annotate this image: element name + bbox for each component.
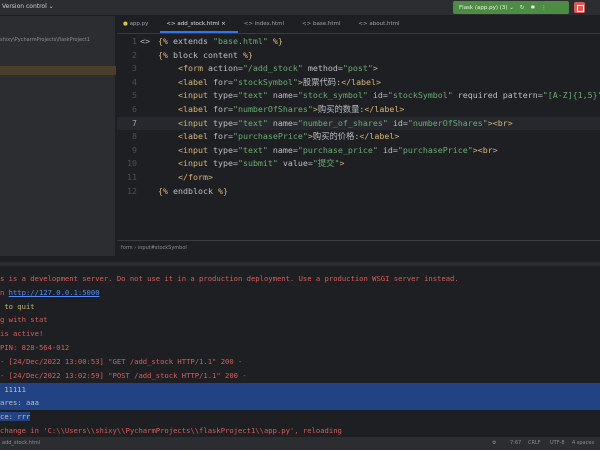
tab-index-html[interactable]: <> index.html <box>238 16 296 33</box>
code-line[interactable]: 5 <input type="text" name="stock_symbol"… <box>117 89 600 103</box>
line-number: 3 <box>132 63 137 74</box>
code-line[interactable]: 2 {% block content %} <box>117 49 600 63</box>
tab-add-stock-html[interactable]: <> add_stock.html × <box>160 16 238 33</box>
stop-icon[interactable] <box>574 2 585 13</box>
code-line[interactable]: 11 </form> <box>117 171 600 185</box>
code-text: <input type="submit" value="提交"> <box>177 158 345 169</box>
code-line[interactable]: 4 <label for="stockSymbol">股票代码:</label> <box>117 76 600 90</box>
console-line: - [24/Dec/2022 13:00:53] "GET /add_stock… <box>0 357 243 366</box>
editor: ● app.py <> add_stock.html × <> index.ht… <box>117 16 600 256</box>
line-number: 2 <box>132 49 137 60</box>
selected-tree-item[interactable] <box>0 66 116 75</box>
line-separator[interactable]: CRLF <box>528 440 541 446</box>
more-icon[interactable]: ⋮ <box>541 5 547 11</box>
run-console[interactable]: s is a development server. Do not use it… <box>0 262 600 437</box>
version-control-menu[interactable]: Version control ⌄ <box>2 3 54 10</box>
line-number: 11 <box>127 172 137 182</box>
code-text: <form action="/add_stock" method="post"> <box>177 63 378 74</box>
debug-icon[interactable]: ✱ <box>531 5 536 11</box>
breadcrumb[interactable]: form › input#stockSymbol <box>117 240 600 256</box>
console-line: - [24/Dec/2022 13:02:59] "POST /add_stoc… <box>0 371 247 380</box>
tab-base-html[interactable]: <> base.html <box>296 16 352 33</box>
html-tag-gutter-icon[interactable]: <> <box>140 35 150 49</box>
line-number: 9 <box>132 144 137 155</box>
title-bar: Version control ⌄ Flask (app.py) (3) ⌄ ↻… <box>0 0 600 16</box>
code-text: <label for="purchasePrice">购买的价格:</label… <box>177 131 400 142</box>
line-number: 6 <box>132 104 137 114</box>
run-config-label[interactable]: Flask (app.py) (3) ⌄ <box>459 5 514 11</box>
code-text: <input type="text" name="purchase_price"… <box>177 144 498 155</box>
line-number: 10 <box>127 158 137 169</box>
code-text: {% block content %} <box>158 49 253 60</box>
code-line[interactable]: 6 <label for="numberOfShares">购买的数量:</la… <box>117 103 600 117</box>
rerun-icon[interactable]: ↻ <box>520 5 525 11</box>
code-line[interactable]: 9 <input type="text" name="purchase_pric… <box>117 144 600 158</box>
code-line[interactable]: 12 {% endblock %} <box>117 185 600 199</box>
line-number: 4 <box>132 76 137 87</box>
code-line[interactable]: 3 <form action="/add_stock" method="post… <box>117 62 600 76</box>
code-text: {% endblock %} <box>158 185 228 196</box>
line-number: 7 <box>132 117 137 128</box>
code-text: {% extends "base.html" %} <box>158 36 283 46</box>
console-line: s is a development server. Do not use it… <box>0 274 459 283</box>
code-text: <label for="stockSymbol">股票代码:</label> <box>177 76 382 87</box>
console-line: PIN: 828-564-012 <box>0 343 70 352</box>
caret-position[interactable]: 7:67 <box>510 440 521 446</box>
line-number: 12 <box>127 185 137 196</box>
code-line[interactable]: 7 <input type="text" name="number_of_sha… <box>117 116 600 131</box>
code-text: </form> <box>177 172 213 182</box>
console-line-selected: 11111 <box>0 383 600 397</box>
console-line: ce: rrr <box>0 412 31 421</box>
console-line: is active! <box>0 329 44 338</box>
project-path[interactable]: shixy\PycharmProjects\flaskProject1 <box>0 37 90 43</box>
project-panel: shixy\PycharmProjects\flaskProject1 <box>0 16 116 256</box>
code-line[interactable]: 1 <> {% extends "base.html" %} <box>117 35 600 49</box>
status-bar: add_stock.html ⚙ 7:67 CRLF UTF-8 4 space… <box>0 437 600 450</box>
line-number: 5 <box>132 90 137 101</box>
server-url-link[interactable]: http://127.0.0.1:5000 <box>9 288 100 297</box>
run-config-widget[interactable]: Flask (app.py) (3) ⌄ ↻ ✱ ⋮ <box>453 1 569 14</box>
code-text: <input type="text" name="stock_symbol" i… <box>177 90 600 101</box>
console-line: g with stat <box>0 315 48 324</box>
console-line: n http://127.0.0.1:5000 <box>0 288 100 297</box>
line-number: 8 <box>132 131 137 142</box>
console-line: change in 'C:\\Users\\shixy\\PycharmProj… <box>0 426 342 435</box>
code-text: <label for="numberOfShares">购买的数量:</labe… <box>177 104 405 114</box>
editor-tabs: ● app.py <> add_stock.html × <> index.ht… <box>117 16 600 34</box>
tab-app-py[interactable]: ● app.py <box>117 16 160 33</box>
status-icon: ⚙ <box>492 440 497 446</box>
code-line[interactable]: 10 <input type="submit" value="提交"> <box>117 157 600 171</box>
indent[interactable]: 4 spaces <box>572 440 594 446</box>
encoding[interactable]: UTF-8 <box>550 440 565 446</box>
console-line: to quit <box>0 302 35 311</box>
line-number: 1 <box>132 36 137 46</box>
console-line-selected: ares: aaa <box>0 396 600 410</box>
tab-about-html[interactable]: <> about.html <box>352 16 411 33</box>
code-line[interactable]: 8 <label for="purchasePrice">购买的价格:</lab… <box>117 130 600 144</box>
code-text: <input type="text" name="number_of_share… <box>177 117 513 128</box>
status-file[interactable]: add_stock.html <box>2 440 40 446</box>
